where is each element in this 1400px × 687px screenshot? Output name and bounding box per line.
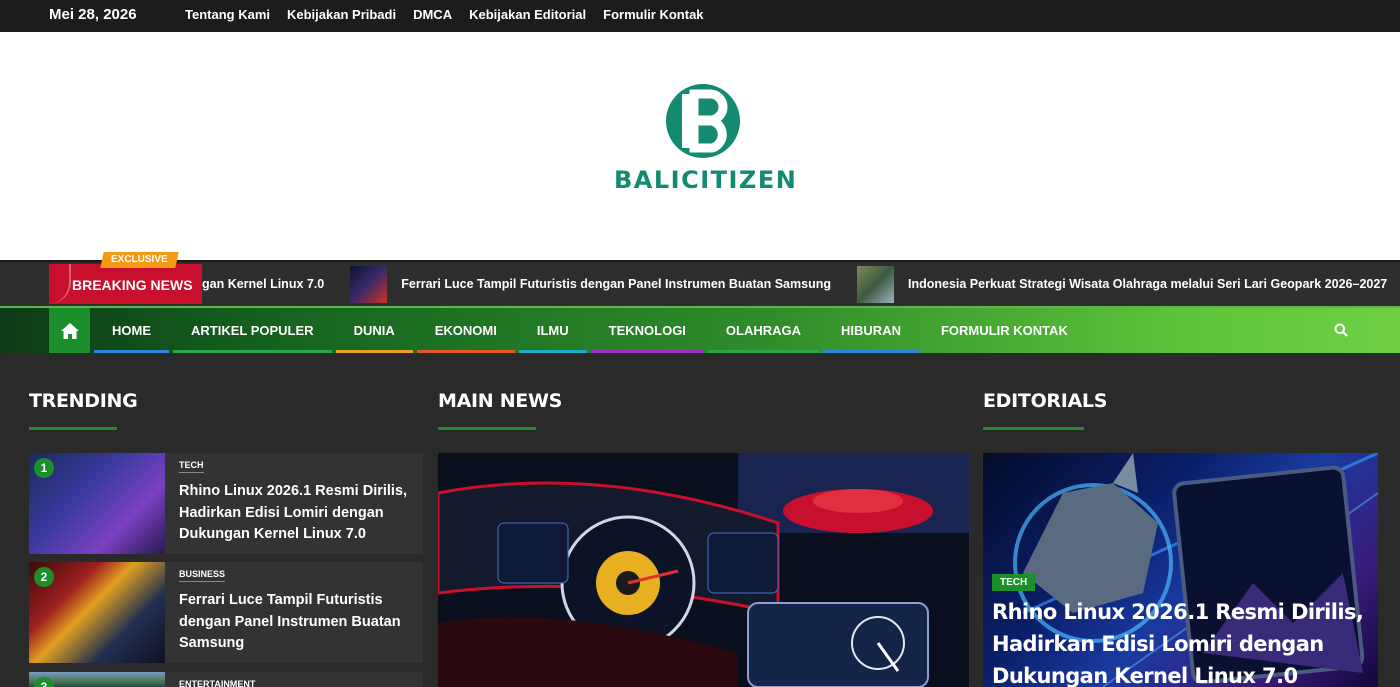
nav-teknologi[interactable]: TEKNOLOGI bbox=[590, 308, 704, 353]
dashboard-illustration bbox=[438, 453, 969, 687]
home-icon bbox=[60, 322, 79, 339]
section-underline bbox=[983, 427, 1084, 430]
nav-artikel-populer[interactable]: ARTIKEL POPULER bbox=[173, 308, 332, 353]
news-ticker: gan Kernel Linux 7.0 Ferrari Luce Tampil… bbox=[202, 262, 1400, 306]
nav-olahraga[interactable]: OLAHRAGA bbox=[707, 308, 820, 353]
breaking-news-label: BREAKING NEWS bbox=[49, 264, 202, 304]
nav-underline bbox=[335, 350, 413, 353]
link-formulir-kontak[interactable]: Formulir Kontak bbox=[603, 7, 703, 22]
category-tag[interactable]: ENTERTAINMENT bbox=[179, 679, 255, 687]
nav-underline bbox=[416, 350, 515, 353]
breaking-news-bar: BREAKING NEWS gan Kernel Linux 7.0 Ferra… bbox=[0, 260, 1400, 306]
nav-underline bbox=[823, 350, 919, 353]
ticker-item[interactable]: Indonesia Perkuat Strategi Wisata Olahra… bbox=[856, 265, 1387, 303]
top-bar: Mei 28, 2026 Tentang Kami Kebijakan Prib… bbox=[0, 0, 1400, 32]
top-links: Tentang Kami Kebijakan Pribadi DMCA Kebi… bbox=[185, 7, 704, 22]
swirl-decoration bbox=[49, 264, 71, 304]
nav-underline bbox=[173, 350, 332, 353]
section-title-trending: TRENDING bbox=[29, 390, 138, 412]
main-news-image[interactable] bbox=[438, 453, 969, 687]
nav-underline bbox=[518, 350, 587, 353]
nav-home[interactable]: HOME bbox=[94, 308, 169, 353]
nav-underline bbox=[94, 350, 169, 353]
logo-mark-icon bbox=[666, 84, 740, 158]
ticker-item[interactable]: gan Kernel Linux 7.0 bbox=[202, 277, 324, 291]
nav-underline bbox=[923, 350, 1086, 353]
section-title-editorials: EDITORIALS bbox=[983, 390, 1108, 412]
nav-items: HOME ARTIKEL POPULER DUNIA EKONOMI ILMU … bbox=[94, 308, 1090, 353]
trending-item[interactable]: 2 BUSINESS Ferrari Luce Tampil Futuristi… bbox=[29, 562, 423, 663]
link-kebijakan-pribadi[interactable]: Kebijakan Pribadi bbox=[287, 7, 396, 22]
nav-formulir-kontak[interactable]: FORMULIR KONTAK bbox=[923, 308, 1086, 353]
link-dmca[interactable]: DMCA bbox=[413, 7, 452, 22]
ticker-thumbnail bbox=[350, 265, 388, 303]
exclusive-badge: EXCLUSIVE bbox=[100, 252, 179, 268]
editorial-category-tag[interactable]: TECH bbox=[992, 574, 1036, 591]
logo-text: BALICITIZEN bbox=[614, 166, 798, 194]
link-kebijakan-editorial[interactable]: Kebijakan Editorial bbox=[469, 7, 586, 22]
ticker-item[interactable]: Ferrari Luce Tampil Futuristis dengan Pa… bbox=[350, 265, 831, 303]
trending-item[interactable]: 3 ENTERTAINMENT bbox=[29, 672, 423, 687]
site-header: BALICITIZEN bbox=[0, 32, 1400, 260]
home-icon-button[interactable] bbox=[49, 308, 90, 353]
trending-title[interactable]: Ferrari Luce Tampil Futuristis dengan Pa… bbox=[179, 590, 409, 655]
nav-dunia[interactable]: DUNIA bbox=[335, 308, 413, 353]
section-title-main-news: MAIN NEWS bbox=[438, 390, 563, 412]
site-logo[interactable]: BALICITIZEN bbox=[614, 82, 798, 194]
rank-badge: 2 bbox=[34, 567, 54, 587]
category-tag[interactable]: BUSINESS bbox=[179, 569, 226, 582]
nav-underline bbox=[707, 350, 820, 353]
nav-hiburan[interactable]: HIBURAN bbox=[823, 308, 919, 353]
search-icon[interactable] bbox=[1334, 323, 1348, 342]
link-tentang-kami[interactable]: Tentang Kami bbox=[185, 7, 270, 22]
editorial-title[interactable]: Rhino Linux 2026.1 Resmi Dirilis, Hadirk… bbox=[992, 596, 1377, 687]
category-tag[interactable]: TECH bbox=[179, 460, 204, 473]
ticker-thumbnail bbox=[856, 265, 894, 303]
nav-ekonomi[interactable]: EKONOMI bbox=[416, 308, 515, 353]
nav-ilmu[interactable]: ILMU bbox=[518, 308, 587, 353]
rank-badge: 1 bbox=[34, 458, 54, 478]
section-underline bbox=[438, 427, 536, 430]
nav-underline bbox=[590, 350, 704, 353]
trending-item[interactable]: 1 TECH Rhino Linux 2026.1 Resmi Dirilis,… bbox=[29, 453, 423, 554]
trending-title[interactable]: Rhino Linux 2026.1 Resmi Dirilis, Hadirk… bbox=[179, 481, 409, 546]
current-date: Mei 28, 2026 bbox=[49, 6, 137, 23]
main-nav: HOME ARTIKEL POPULER DUNIA EKONOMI ILMU … bbox=[0, 306, 1400, 353]
section-underline bbox=[29, 427, 117, 430]
